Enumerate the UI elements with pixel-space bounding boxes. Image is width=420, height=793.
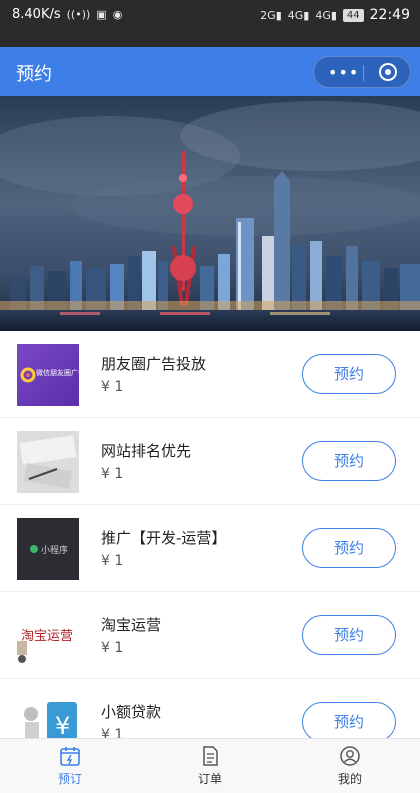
calendar-icon (60, 747, 80, 766)
item-thumbnail: 淘宝运营 (17, 605, 79, 667)
book-button[interactable]: 预约 (302, 354, 396, 394)
mobile-signal-icon: 2G▮ (260, 8, 282, 22)
svg-text:¥: ¥ (55, 712, 70, 738)
mini-program-capsule: ••• (313, 56, 411, 88)
book-button[interactable]: 预约 (302, 441, 396, 481)
thumbnail-caption: 微信朋友圈广告 (36, 369, 79, 377)
item-thumbnail (17, 431, 79, 493)
clock: 22:49 (369, 7, 410, 23)
item-title: 小额贷款 (101, 703, 162, 721)
mobile-signal-icon-3: 4G▮ (315, 8, 337, 22)
image-icon: ▣ (96, 8, 107, 21)
tab-label: 我的 (337, 772, 362, 786)
item-thumbnail: ¥ (17, 692, 79, 738)
signal-arc-icon: ◉ (112, 8, 123, 21)
book-button[interactable]: 预约 (302, 528, 396, 568)
keyboard-photo-icon (17, 431, 79, 493)
list-item: 小程序 推广【开发-运营】 ¥ 1 预约 (0, 505, 420, 592)
document-icon (203, 746, 218, 766)
battery-icon: 44 (342, 8, 364, 22)
item-thumbnail: 小程序 (17, 518, 79, 580)
tab-orders[interactable]: 订单 (140, 739, 280, 793)
service-list: 微信朋友圈广告 朋友圈广告投放 ¥ 1 预约 网站排名优先 ¥ 1 预约 小程序… (0, 331, 420, 738)
hotspot-icon: ((•)) (66, 8, 91, 21)
tab-bar: 预订 订单 我的 (0, 738, 420, 793)
yen-coin-icon: ¥ (24, 702, 77, 738)
capsule-divider (363, 65, 364, 81)
tab-label: 订单 (197, 772, 222, 786)
item-price: ¥ 1 (101, 379, 124, 395)
item-price: ¥ 1 (101, 727, 124, 738)
item-price: ¥ 1 (101, 640, 124, 656)
page-title: 预约 (16, 64, 52, 85)
list-item: 网站排名优先 ¥ 1 预约 (0, 418, 420, 505)
thumbnail-caption: 小程序 (41, 546, 69, 556)
item-price: ¥ 1 (101, 466, 124, 482)
network-speed: 8.40K/s (12, 7, 61, 22)
list-item: 微信朋友圈广告 朋友圈广告投放 ¥ 1 预约 (0, 331, 420, 418)
item-title: 朋友圈广告投放 (101, 355, 207, 373)
list-item: ¥ 小额贷款 ¥ 1 预约 (0, 679, 420, 738)
item-price: ¥ 1 (101, 553, 124, 569)
status-bar: 8.40K/s ((•)) ▣ ◉ 2G▮ 4G▮ 4G▮ 44 22:49 (0, 0, 420, 47)
list-item: 淘宝运营 淘宝运营 ¥ 1 预约 (0, 592, 420, 679)
item-title: 推广【开发-运营】 (101, 529, 227, 547)
book-button[interactable]: 预约 (302, 702, 396, 738)
item-title: 淘宝运营 (101, 616, 162, 634)
tab-booking[interactable]: 预订 (0, 739, 140, 793)
tab-profile[interactable]: 我的 (280, 739, 420, 793)
skyline-illustration (0, 96, 420, 331)
item-title: 网站排名优先 (101, 442, 192, 460)
mobile-signal-icon-2: 4G▮ (287, 8, 310, 22)
banner-image (0, 96, 420, 331)
thumbnail-caption: 淘宝运营 (21, 629, 74, 644)
nav-bar: 预约 ••• (0, 47, 420, 96)
close-target-icon[interactable] (379, 63, 397, 81)
tab-label: 预订 (57, 772, 82, 786)
more-icon[interactable]: ••• (328, 63, 359, 82)
book-button[interactable]: 预约 (302, 615, 396, 655)
user-icon (340, 746, 360, 766)
item-thumbnail: 微信朋友圈广告 (17, 344, 79, 406)
